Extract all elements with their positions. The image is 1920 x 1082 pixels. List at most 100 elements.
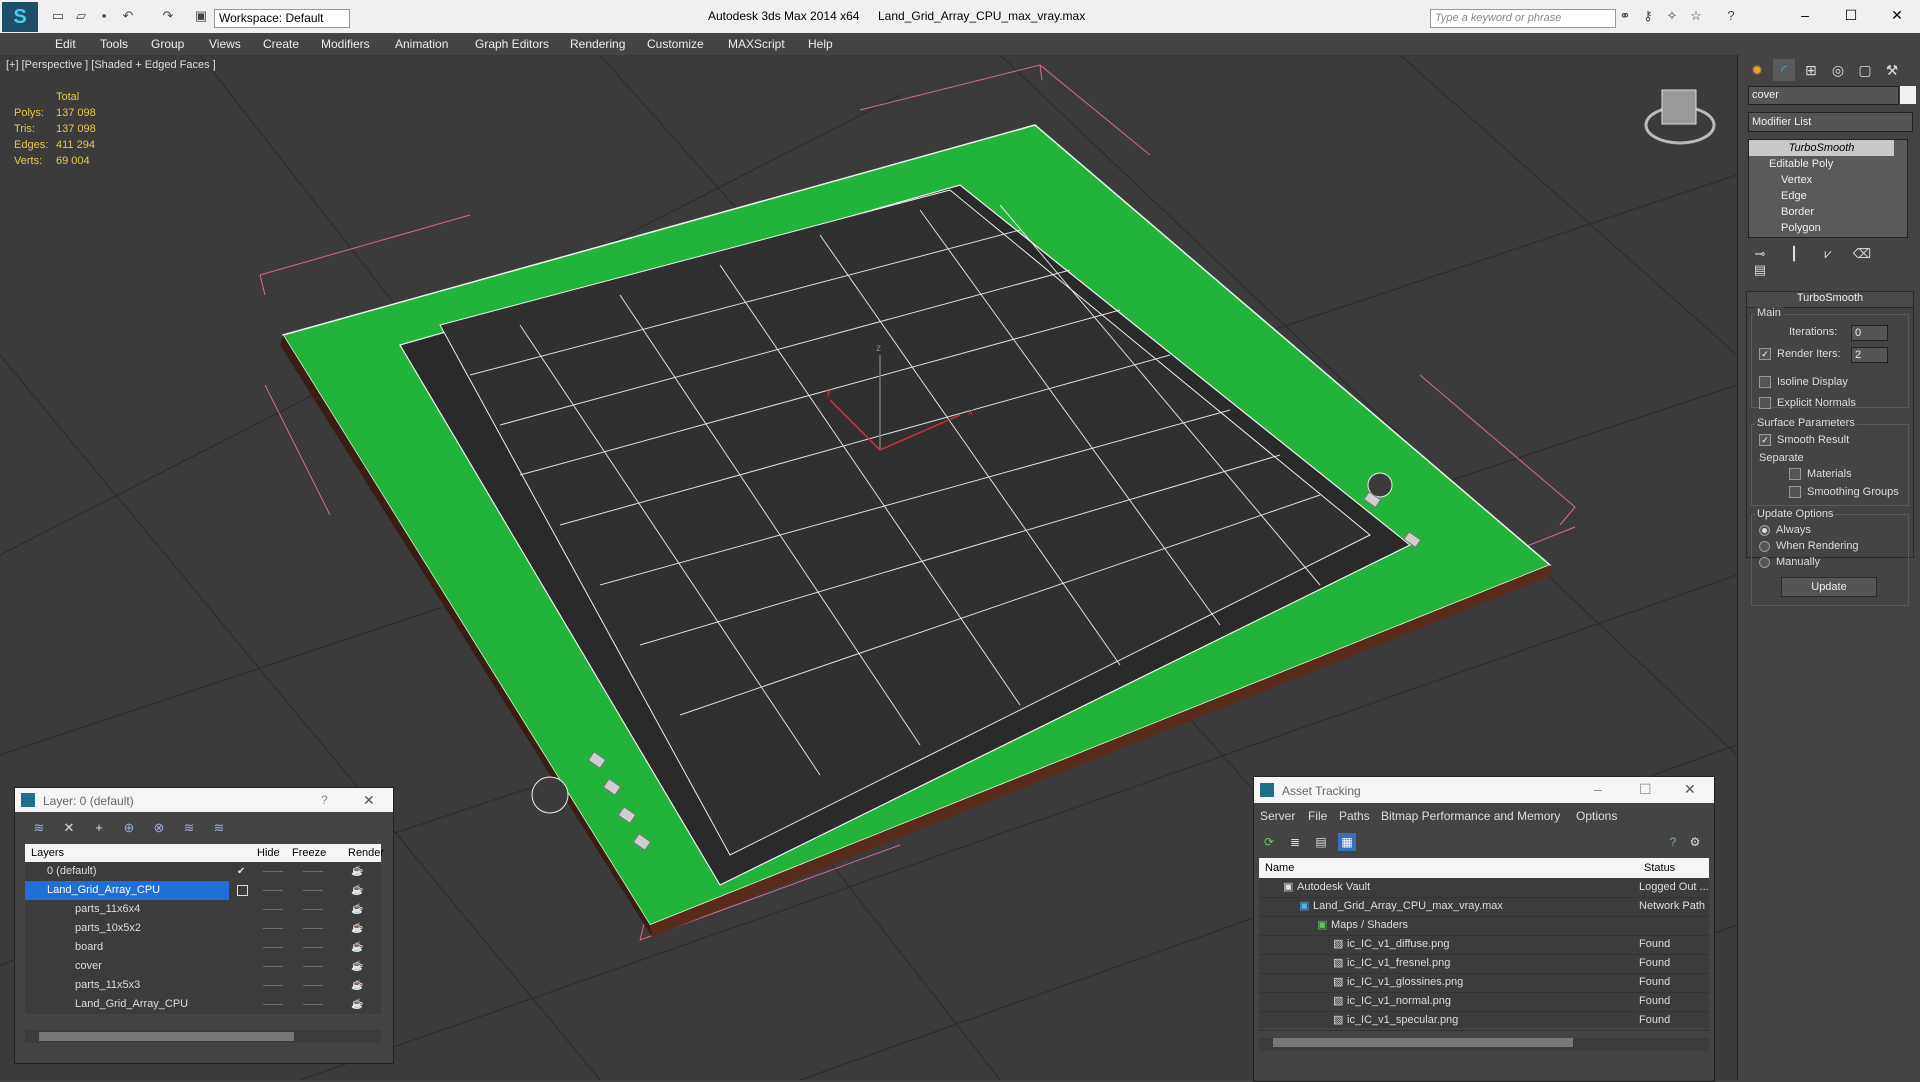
asset-row[interactable]: ▣ Land_Grid_Array_CPU_max_vray.max Network… <box>1259 897 1709 917</box>
render-iters-checkbox[interactable]: ✓ <box>1759 348 1771 361</box>
remove-modifier-icon[interactable]: ⌫ <box>1852 246 1872 262</box>
modifier-stack[interactable]: TurboSmooth Editable Poly Vertex Edge Bo… <box>1748 139 1908 238</box>
menu-rendering[interactable]: Rendering <box>570 37 625 51</box>
when-rendering-radio[interactable] <box>1759 540 1770 552</box>
layer-options-icon[interactable]: ≋ <box>209 820 229 838</box>
stack-item-editable-poly[interactable]: Editable Poly <box>1749 156 1907 172</box>
materials-checkbox[interactable] <box>1789 468 1801 481</box>
asset-row[interactable]: ▧ ic_IC_v1_diffuse.png Found <box>1259 935 1709 955</box>
menu-animation[interactable]: Animation <box>395 37 448 51</box>
render-teapot-icon[interactable]: ☕ <box>351 862 363 881</box>
key-icon[interactable]: ⚷ <box>1640 8 1656 24</box>
maximize-button[interactable]: ☐ <box>1836 5 1866 25</box>
pin-stack-icon[interactable]: ⊸ <box>1750 246 1770 262</box>
app-logo-icon[interactable]: S <box>2 2 38 32</box>
asset-help-icon[interactable]: ? <box>1664 833 1682 851</box>
asset-row[interactable]: ▧ ic_IC_v1_specular.png Found <box>1259 1011 1709 1031</box>
object-name-field[interactable]: cover <box>1748 86 1899 105</box>
workspace-dropdown[interactable]: Workspace: Default <box>214 9 350 28</box>
project-icon[interactable]: ▣ <box>193 8 209 24</box>
render-iters-spinner[interactable]: 2 <box>1851 347 1888 363</box>
col-name[interactable]: Name <box>1265 862 1294 874</box>
asset-menu-paths[interactable]: Paths <box>1339 809 1370 823</box>
grid-view-icon[interactable]: ▦ <box>1338 833 1356 851</box>
modifier-list-dropdown[interactable]: Modifier List <box>1748 112 1913 132</box>
layer-row[interactable]: Land_Grid_Array_CPU <box>25 881 229 900</box>
asset-row[interactable]: ▧ ic_IC_v1_normal.png Found <box>1259 992 1709 1012</box>
set-current-layer-icon[interactable]: ≋ <box>179 820 199 838</box>
add-to-layer-icon[interactable]: + <box>89 820 109 838</box>
asset-dialog-minimize-button[interactable]: – <box>1594 781 1602 797</box>
menu-create[interactable]: Create <box>263 37 299 51</box>
layer-dialog-help-button[interactable]: ? <box>321 793 328 807</box>
object-color-swatch[interactable] <box>1900 86 1916 104</box>
asset-settings-icon[interactable]: ⚙ <box>1686 833 1704 851</box>
menu-edit[interactable]: Edit <box>55 37 76 51</box>
layer-row[interactable]: board —— —— ☕ <box>25 938 381 957</box>
menu-help[interactable]: Help <box>808 37 833 51</box>
table-view-icon[interactable]: ▤ <box>1312 833 1330 851</box>
menu-modifiers[interactable]: Modifiers <box>321 37 370 51</box>
stack-item-vertex[interactable]: Vertex <box>1749 172 1907 188</box>
isoline-checkbox[interactable] <box>1759 376 1771 389</box>
col-render[interactable]: Render <box>348 847 384 859</box>
layer-row[interactable]: Land_Grid_Array_CPU —— —— ☕ <box>25 995 381 1014</box>
motion-tab-icon[interactable]: ◎ <box>1827 59 1849 81</box>
asset-horizontal-scrollbar[interactable] <box>1259 1038 1709 1051</box>
smooth-result-checkbox[interactable]: ✓ <box>1759 434 1771 447</box>
asset-dialog-close-button[interactable]: ✕ <box>1684 781 1696 798</box>
menu-maxscript[interactable]: MAXScript <box>728 37 785 51</box>
asset-row[interactable]: ▧ ic_IC_v1_fresnel.png Found <box>1259 954 1709 974</box>
select-layer-icon[interactable]: ⊗ <box>149 820 169 838</box>
viewport-label[interactable]: [+] [Perspective ] [Shaded + Edged Faces… <box>6 59 216 71</box>
stack-item-border[interactable]: Border <box>1749 204 1907 220</box>
help-icon[interactable]: ? <box>1723 8 1739 24</box>
asset-dialog-maximize-button[interactable]: ☐ <box>1639 781 1652 798</box>
layer-dialog-titlebar[interactable]: Layer: 0 (default) ? ✕ <box>15 788 393 812</box>
save-icon[interactable]: ▪ <box>96 8 112 24</box>
layer-row[interactable]: parts_11x6x4 —— —— ☕ <box>25 900 381 919</box>
search-input[interactable]: Type a keyword or phrase <box>1430 9 1616 28</box>
current-layer-check-icon[interactable]: ✔ <box>237 862 245 881</box>
minimize-button[interactable]: – <box>1790 5 1820 25</box>
asset-menu-server[interactable]: Server <box>1260 809 1295 823</box>
menu-customize[interactable]: Customize <box>647 37 704 51</box>
menu-group[interactable]: Group <box>151 37 184 51</box>
asset-row[interactable]: ▣ Autodesk Vault Logged Out ... <box>1259 878 1709 898</box>
utilities-tab-icon[interactable]: ⚒ <box>1881 59 1903 81</box>
layer-dialog-close-button[interactable]: ✕ <box>363 792 375 809</box>
explicit-normals-checkbox[interactable] <box>1759 397 1771 410</box>
select-objects-icon[interactable]: ⊕ <box>119 820 139 838</box>
undo-icon[interactable]: ↶ <box>120 8 136 24</box>
menu-graph-editors[interactable]: Graph Editors <box>475 37 549 51</box>
layer-row[interactable]: 0 (default) ✔ —— —— ☕ <box>25 862 381 881</box>
menu-views[interactable]: Views <box>209 37 241 51</box>
layer-row[interactable]: parts_11x5x3 —— —— ☕ <box>25 976 381 995</box>
create-layer-icon[interactable]: ≋ <box>29 820 49 838</box>
col-layers[interactable]: Layers <box>31 847 64 859</box>
delete-layer-icon[interactable]: ✕ <box>59 820 79 838</box>
modify-tab-icon[interactable]: ◜ <box>1773 59 1795 81</box>
always-radio[interactable] <box>1759 524 1770 536</box>
display-tab-icon[interactable]: ▢ <box>1854 59 1876 81</box>
community-icon[interactable]: ✧ <box>1664 8 1680 24</box>
rollout-title[interactable]: TurboSmooth <box>1747 292 1913 308</box>
layer-row[interactable]: parts_10x5x2 —— —— ☕ <box>25 919 381 938</box>
asset-menu-bitmap-performance[interactable]: Bitmap Performance and Memory <box>1381 809 1560 823</box>
configure-sets-icon[interactable]: ▤ <box>1750 262 1770 278</box>
col-freeze[interactable]: Freeze <box>292 847 326 859</box>
show-end-result-icon[interactable]: ┃ <box>1784 246 1804 262</box>
binoculars-icon[interactable]: ⚭ <box>1617 8 1633 24</box>
create-tab-icon[interactable]: ✹ <box>1746 59 1768 81</box>
hierarchy-tab-icon[interactable]: ⊞ <box>1800 59 1822 81</box>
asset-row[interactable]: ▧ ic_IC_v1_glossines.png Found <box>1259 973 1709 993</box>
asset-menu-file[interactable]: File <box>1308 809 1327 823</box>
stack-item-edge[interactable]: Edge <box>1749 188 1907 204</box>
layer-horizontal-scrollbar[interactable] <box>25 1030 381 1043</box>
asset-row[interactable]: ▣ Maps / Shaders <box>1259 916 1709 936</box>
asset-dialog-titlebar[interactable]: Asset Tracking – ☐ ✕ <box>1254 777 1714 803</box>
render-teapot-icon[interactable]: ☕ <box>351 881 363 900</box>
list-view-icon[interactable]: ≣ <box>1286 833 1304 851</box>
refresh-icon[interactable]: ⟳ <box>1260 833 1278 851</box>
open-file-icon[interactable]: ▱ <box>73 8 89 24</box>
